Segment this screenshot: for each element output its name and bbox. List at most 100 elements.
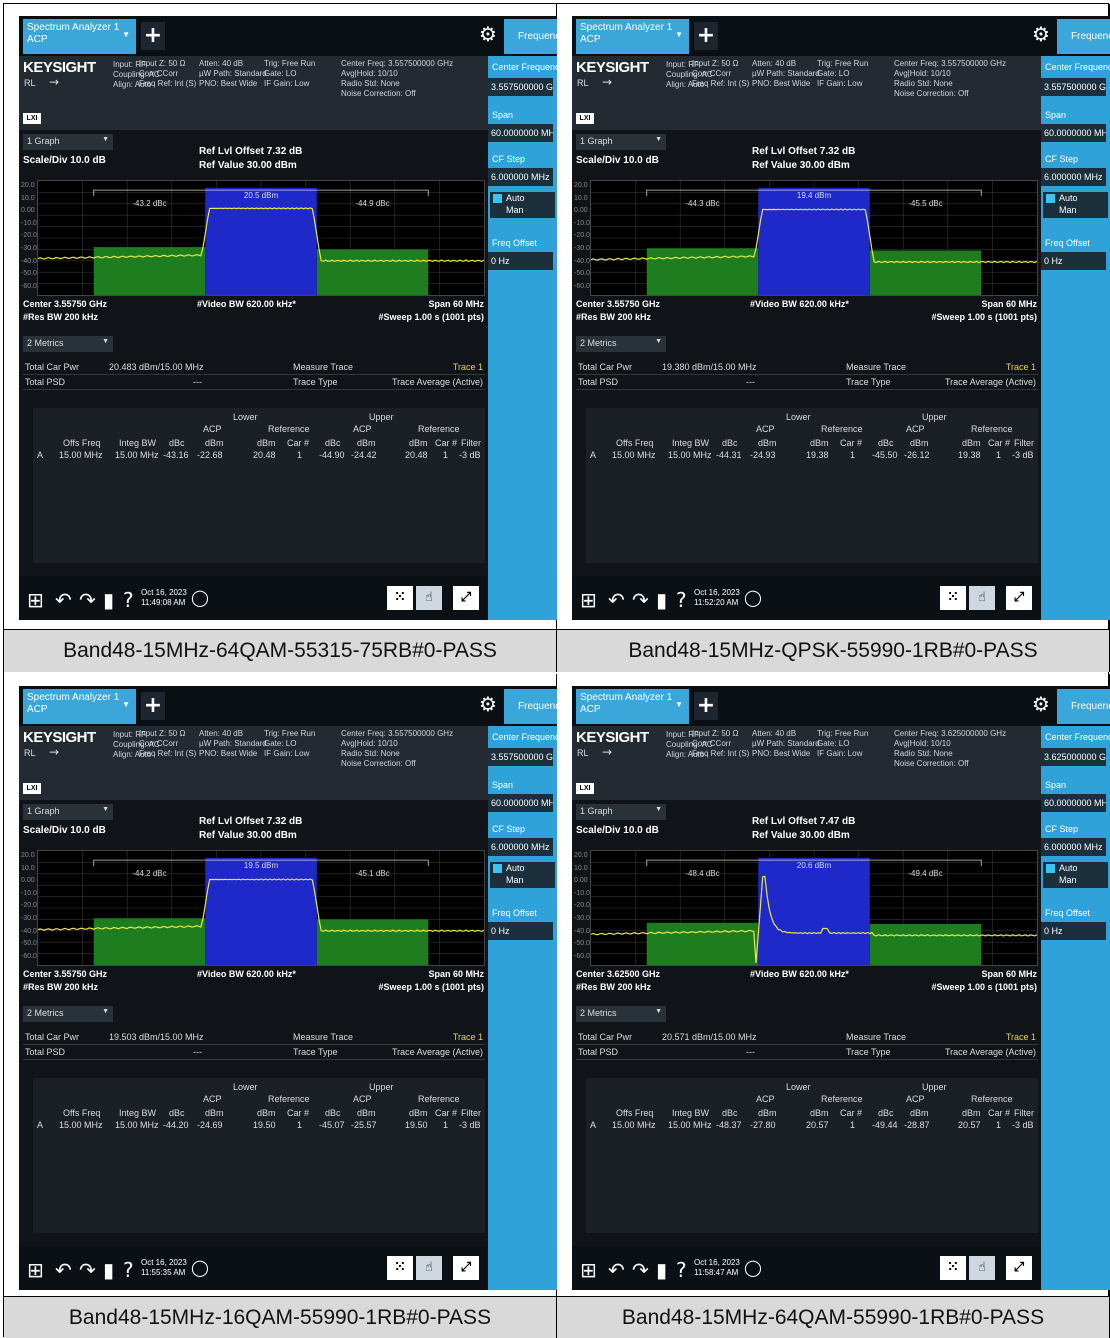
touch-icon[interactable]: ☝ xyxy=(969,586,995,610)
upper-header: Upper xyxy=(922,1082,947,1092)
windows-icon[interactable]: ⊞ xyxy=(27,1258,44,1282)
touch-icon[interactable]: ☝ xyxy=(969,1256,995,1280)
metrics-dropdown[interactable]: 2 Metrics ▼ xyxy=(23,336,113,352)
lxi-icon: LXI xyxy=(576,113,594,124)
upper-dbm: -28.87 xyxy=(904,1120,930,1130)
add-screen-icon[interactable]: + xyxy=(694,692,718,720)
span-value[interactable]: 60.0000000 MHz xyxy=(488,794,553,812)
keypad-icon[interactable]: ⁙ xyxy=(387,1256,413,1280)
metrics-dropdown[interactable]: 2 Metrics ▼ xyxy=(576,1006,666,1022)
redo-icon[interactable]: ↷ xyxy=(632,1258,649,1282)
tab-spectrum-analyzer[interactable]: Spectrum Analyzer 1 ACP ▼ xyxy=(576,689,689,724)
add-screen-icon[interactable]: + xyxy=(694,22,718,50)
tab-spectrum-analyzer[interactable]: Spectrum Analyzer 1 ACP ▼ xyxy=(23,689,136,724)
integ-bw-header: Integ BW xyxy=(672,438,710,448)
add-screen-icon[interactable]: + xyxy=(141,692,165,720)
gear-icon[interactable]: ⚙ xyxy=(477,22,499,48)
fullscreen-icon[interactable]: ⤢ xyxy=(453,586,479,610)
freq-offset-value[interactable]: 0 Hz xyxy=(488,252,553,270)
message-icon[interactable]: ◯ xyxy=(744,588,762,607)
metrics-dropdown[interactable]: 2 Metrics ▼ xyxy=(23,1006,113,1022)
windows-icon[interactable]: ⊞ xyxy=(580,588,597,612)
graph-dropdown[interactable]: 1 Graph ▼ xyxy=(23,804,113,820)
touch-icon[interactable]: ☝ xyxy=(416,586,442,610)
keypad-icon[interactable]: ⁙ xyxy=(940,1256,966,1280)
tab-frequency[interactable]: Frequency xyxy=(504,19,557,54)
metrics-dropdown[interactable]: 2 Metrics ▼ xyxy=(576,336,666,352)
tab-frequency[interactable]: Frequency xyxy=(1057,689,1110,724)
message-icon[interactable]: ◯ xyxy=(191,588,209,607)
message-icon[interactable]: ◯ xyxy=(191,1258,209,1277)
undo-icon[interactable]: ↶ xyxy=(55,588,72,612)
fullscreen-icon[interactable]: ⤢ xyxy=(1006,1256,1032,1280)
freq-offset-value[interactable]: 0 Hz xyxy=(1041,922,1106,940)
center-frequency-value[interactable]: 3.557500000 GHz xyxy=(1041,78,1106,96)
redo-icon[interactable]: ↷ xyxy=(79,1258,96,1282)
cf-step-value[interactable]: 6.000000 MHz xyxy=(488,838,553,856)
upper-adjacent-channel xyxy=(869,923,982,965)
cf-step-auto-man-toggle[interactable]: Auto Man xyxy=(1043,192,1108,218)
keypad-icon[interactable]: ⁙ xyxy=(387,586,413,610)
integ-bw-header: Integ BW xyxy=(119,1108,157,1118)
center-frequency-value[interactable]: 3.625000000 GHz xyxy=(1041,748,1106,766)
graph-dropdown[interactable]: 1 Graph ▼ xyxy=(576,804,666,820)
video-bw-label: #Video BW 620.00 kHz* xyxy=(750,969,849,979)
fullscreen-icon[interactable]: ⤢ xyxy=(453,1256,479,1280)
gear-icon[interactable]: ⚙ xyxy=(1030,692,1052,718)
cf-step-value[interactable]: 6.000000 MHz xyxy=(1041,168,1106,186)
cf-step-value[interactable]: 6.000000 MHz xyxy=(488,168,553,186)
undo-icon[interactable]: ↶ xyxy=(55,1258,72,1282)
graph-dropdown[interactable]: 1 Graph ▼ xyxy=(23,134,113,150)
file-icon[interactable]: ▮ xyxy=(103,1258,114,1282)
help-icon[interactable]: ? xyxy=(123,1258,134,1282)
tab-spectrum-analyzer[interactable]: Spectrum Analyzer 1 ACP ▼ xyxy=(576,19,689,54)
summary-table: Total Car Pwr 20.571 dBm/15.00 MHz Measure… xyxy=(576,1030,1038,1060)
scale-div: Scale/Div 10.0 dB xyxy=(23,825,106,836)
info-column: Atten: 40 dB µW Path: Standard PNO: Best W… xyxy=(199,729,267,759)
chevron-down-icon: ▼ xyxy=(102,1008,109,1015)
metrics-dropdown-label: 2 Metrics xyxy=(580,338,617,348)
file-icon[interactable]: ▮ xyxy=(656,588,667,612)
span-value[interactable]: 60.0000000 MHz xyxy=(488,124,553,142)
span-value[interactable]: 60.0000000 MHz xyxy=(1041,794,1106,812)
help-icon[interactable]: ? xyxy=(123,588,134,612)
tab-spectrum-analyzer[interactable]: Spectrum Analyzer 1 ACP ▼ xyxy=(23,19,136,54)
fullscreen-icon[interactable]: ⤢ xyxy=(1006,586,1032,610)
center-frequency-value[interactable]: 3.557500000 GHz xyxy=(488,748,553,766)
undo-icon[interactable]: ↶ xyxy=(608,588,625,612)
lower-acp-marker: -44.2 dBc xyxy=(132,869,166,878)
file-icon[interactable]: ▮ xyxy=(656,1258,667,1282)
message-icon[interactable]: ◯ xyxy=(744,1258,762,1277)
span-value[interactable]: 60.0000000 MHz xyxy=(1041,124,1106,142)
file-icon[interactable]: ▮ xyxy=(103,588,114,612)
cf-step-value[interactable]: 6.000000 MHz xyxy=(1041,838,1106,856)
result-caption: Band48-15MHz-64QAM-55990-1RB#0-PASS xyxy=(557,1296,1109,1338)
keypad-icon[interactable]: ⁙ xyxy=(940,586,966,610)
windows-icon[interactable]: ⊞ xyxy=(27,588,44,612)
cf-step-auto-man-toggle[interactable]: Auto Man xyxy=(1043,862,1108,888)
freq-offset-value[interactable]: 0 Hz xyxy=(1041,252,1106,270)
spectrum-plot: 20.5 dBm -43.2 dBc -44.9 dBc xyxy=(37,180,485,296)
center-frequency-value[interactable]: 3.557500000 GHz xyxy=(488,78,553,96)
tab-bar: Spectrum Analyzer 1ACP ▼ + ⚙Frequency xyxy=(19,16,557,56)
tab-frequency[interactable]: Frequency xyxy=(504,689,557,724)
graph-dropdown[interactable]: 1 Graph ▼ xyxy=(576,134,666,150)
redo-icon[interactable]: ↷ xyxy=(79,588,96,612)
cf-step-auto-man-toggle[interactable]: Auto Man xyxy=(490,192,555,218)
help-icon[interactable]: ? xyxy=(676,1258,687,1282)
touch-icon[interactable]: ☝ xyxy=(416,1256,442,1280)
undo-icon[interactable]: ↶ xyxy=(608,1258,625,1282)
windows-icon[interactable]: ⊞ xyxy=(580,1258,597,1282)
redo-icon[interactable]: ↷ xyxy=(632,588,649,612)
y-tick-label: -20.0 xyxy=(574,232,590,240)
analyzer-screenshot: Spectrum Analyzer 1ACP▼+⚙FrequencyKEYSIG… xyxy=(19,686,557,1290)
y-tick-label: 10.0 xyxy=(574,864,588,872)
gear-icon[interactable]: ⚙ xyxy=(1030,22,1052,48)
graph-dropdown-label: 1 Graph xyxy=(580,806,613,816)
tab-frequency[interactable]: Frequency xyxy=(1057,19,1110,54)
add-screen-icon[interactable]: + xyxy=(141,22,165,50)
cf-step-auto-man-toggle[interactable]: Auto Man xyxy=(490,862,555,888)
help-icon[interactable]: ? xyxy=(676,588,687,612)
freq-offset-value[interactable]: 0 Hz xyxy=(488,922,553,940)
gear-icon[interactable]: ⚙ xyxy=(477,692,499,718)
